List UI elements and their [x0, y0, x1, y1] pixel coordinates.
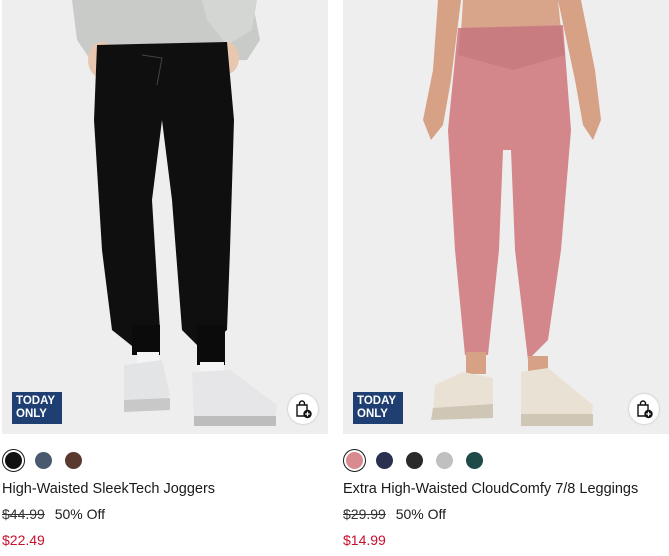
- badge-line-2: ONLY: [16, 408, 47, 420]
- product-image[interactable]: TODAY ONLY: [343, 0, 669, 434]
- discount-label: 50% Off: [395, 506, 447, 522]
- price-row: $44.99 50% Off: [2, 506, 328, 523]
- color-swatch[interactable]: [463, 449, 486, 472]
- shopping-bag-plus-icon: [637, 400, 653, 419]
- sale-price: $14.99: [343, 532, 386, 548]
- color-swatch[interactable]: [343, 448, 366, 472]
- badge-line-1: TODAY: [16, 395, 55, 407]
- product-name[interactable]: High-Waisted SleekTech Joggers: [2, 481, 328, 498]
- joggers-photo: [2, 0, 328, 434]
- badge-line-1: TODAY: [357, 395, 396, 407]
- color-swatch[interactable]: [32, 449, 55, 472]
- color-swatch[interactable]: [433, 449, 456, 472]
- today-only-badge: TODAY ONLY: [12, 392, 62, 424]
- original-price: $29.99: [343, 506, 386, 522]
- color-swatch[interactable]: [373, 449, 396, 472]
- add-to-bag-button[interactable]: [288, 394, 318, 424]
- today-only-badge: TODAY ONLY: [353, 392, 403, 424]
- swatch-color: [466, 451, 483, 469]
- swatch-color: [65, 451, 82, 469]
- shopping-bag-plus-icon: [296, 400, 312, 419]
- swatch-color: [376, 451, 393, 469]
- color-swatches: [2, 448, 328, 472]
- swatch-color: [35, 451, 52, 469]
- product-name[interactable]: Extra High-Waisted CloudComfy 7/8 Leggin…: [343, 481, 669, 498]
- badge-line-2: ONLY: [357, 408, 388, 420]
- color-swatches: [343, 448, 669, 472]
- swatch-color: [5, 451, 22, 469]
- swatch-color: [346, 451, 363, 469]
- swatch-color: [406, 451, 423, 469]
- color-swatch[interactable]: [403, 449, 426, 472]
- product-card[interactable]: TODAY ONLY Extra High-Waisted CloudComfy…: [343, 0, 669, 549]
- add-to-bag-button[interactable]: [629, 394, 659, 424]
- product-card[interactable]: TODAY ONLY High-Waisted SleekTech Jogger…: [2, 0, 328, 549]
- original-price: $44.99: [2, 506, 45, 522]
- product-image[interactable]: TODAY ONLY: [2, 0, 328, 434]
- color-swatch[interactable]: [62, 449, 85, 472]
- discount-label: 50% Off: [54, 506, 106, 522]
- color-swatch[interactable]: [2, 448, 25, 472]
- price-row: $29.99 50% Off: [343, 506, 669, 523]
- sale-price: $22.49: [2, 532, 45, 548]
- leggings-photo: [343, 0, 669, 434]
- swatch-color: [436, 451, 453, 469]
